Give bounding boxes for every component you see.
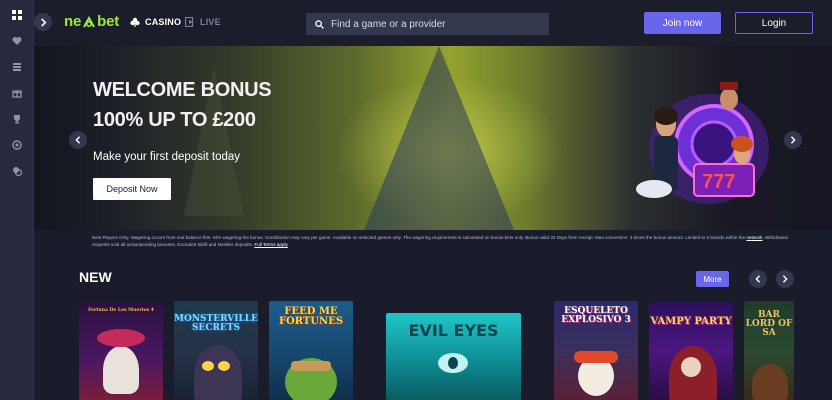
game-card-feed-me-fortunes[interactable]: FEED ME FORTUNES <box>269 301 353 400</box>
nav-casino[interactable]: CASINO <box>130 17 181 27</box>
logo-text-right: bet <box>97 13 120 30</box>
game-title: EVIL EYES <box>408 321 499 340</box>
game-title: MONSTERVILLE SECRETS <box>174 314 258 333</box>
search-icon <box>315 19 324 29</box>
logo-text-left: ne <box>64 13 82 30</box>
sidebar-toggle-button[interactable] <box>34 13 52 31</box>
hero-title-line2: 100% UP TO £200 <box>93 109 256 131</box>
grid-icon[interactable] <box>11 9 23 21</box>
svg-text:777: 777 <box>702 171 735 193</box>
chevron-right-icon <box>40 17 46 27</box>
search-bar[interactable] <box>306 13 549 35</box>
more-button[interactable]: More <box>696 271 729 287</box>
game-title: ESQUELETO EXPLOSIVO 3 <box>561 306 631 325</box>
section-title-new: NEW <box>79 269 112 285</box>
chevron-right-icon <box>790 136 796 144</box>
hero-title-line1: WELCOME BONUS <box>93 79 272 101</box>
terms-network-link[interactable]: network <box>746 235 762 240</box>
nav-live[interactable]: LIVE <box>185 17 221 27</box>
list-icon[interactable] <box>11 61 23 73</box>
login-button[interactable]: Login <box>735 12 813 34</box>
hero-subtitle: Make your first deposit today <box>93 151 241 163</box>
carousel-prev-button[interactable] <box>749 270 767 288</box>
game-card-bar-lord[interactable]: BAR LORD OF SA <box>744 301 794 400</box>
hero-next-button[interactable] <box>784 131 802 149</box>
logo-mark-icon <box>83 15 95 27</box>
search-input[interactable] <box>331 18 541 30</box>
terms-body: New Players Only. Wagering occurs from r… <box>92 235 746 240</box>
heart-icon[interactable] <box>11 35 23 47</box>
game-title: VAMPY PARTY <box>650 316 732 327</box>
nav-casino-label: CASINO <box>145 17 182 27</box>
deposit-now-button[interactable]: Deposit Now <box>93 178 171 200</box>
bonus-characters-illustration: 777 <box>636 82 769 204</box>
live-icon <box>185 17 194 27</box>
gift-icon[interactable] <box>11 87 23 99</box>
join-now-button[interactable]: Join now <box>644 12 721 34</box>
sidebar-rail <box>0 0 34 400</box>
game-title: FEED ME FORTUNES <box>278 306 344 327</box>
chip-icon[interactable] <box>11 139 23 151</box>
full-terms-link[interactable]: Full Terms apply <box>254 242 287 247</box>
game-title: Fortuna De Los Muertos 4 <box>88 308 154 313</box>
club-icon <box>130 17 140 27</box>
chevron-left-icon <box>755 275 761 283</box>
carousel-next-button[interactable] <box>776 270 794 288</box>
nav-live-label: LIVE <box>200 17 221 27</box>
game-card-evil-eyes[interactable]: EVIL EYES <box>386 313 521 400</box>
trophy-icon[interactable] <box>11 113 23 125</box>
chevron-right-icon <box>782 275 788 283</box>
game-card-fortuna[interactable]: Fortuna De Los Muertos 4 <box>79 301 163 400</box>
hero-prev-button[interactable] <box>69 131 87 149</box>
game-card-monsterville[interactable]: MONSTERVILLE SECRETS <box>174 301 258 400</box>
coins-icon[interactable] <box>11 165 23 177</box>
game-title: BAR LORD OF SA <box>745 310 793 338</box>
chevron-left-icon <box>75 136 81 144</box>
game-card-vampy-party[interactable]: VAMPY PARTY <box>649 301 733 400</box>
nebet-logo[interactable]: ne bet <box>64 13 119 30</box>
bonus-terms-text: New Players Only. Wagering occurs from r… <box>92 234 798 249</box>
game-card-esqueleto-explosivo-3[interactable]: ESQUELETO EXPLOSIVO 3 <box>554 301 638 400</box>
